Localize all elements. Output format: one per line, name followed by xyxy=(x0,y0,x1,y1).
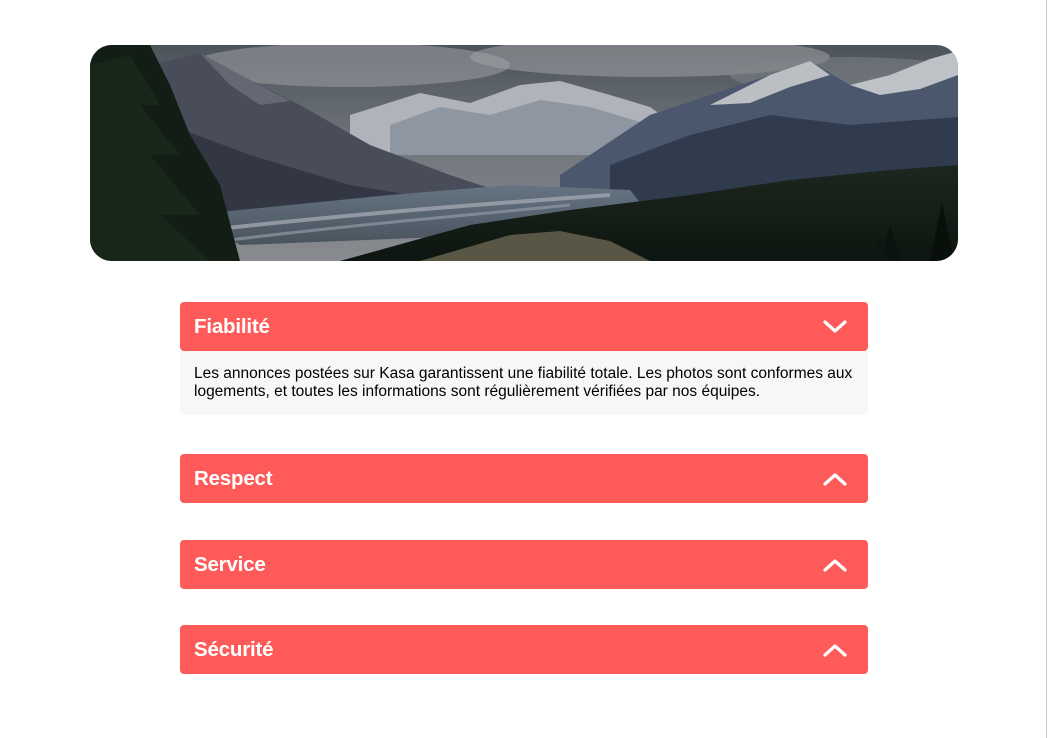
collapse-title: Service xyxy=(194,552,266,576)
banner-image xyxy=(90,45,958,261)
chevron-down-icon[interactable] xyxy=(822,318,848,336)
collapse-title: Sécurité xyxy=(194,637,274,661)
collapse-fiabilite: Fiabilité Les annonces postées sur Kasa … xyxy=(180,302,868,415)
collapse-header-securite[interactable]: Sécurité xyxy=(180,625,868,674)
chevron-up-icon[interactable] xyxy=(822,556,848,574)
collapse-title: Fiabilité xyxy=(194,314,270,338)
about-page: Fiabilité Les annonces postées sur Kasa … xyxy=(0,0,1049,738)
collapse-title: Respect xyxy=(194,466,273,490)
collapse-header-respect[interactable]: Respect xyxy=(180,454,868,503)
collapse-content: Les annonces postées sur Kasa garantisse… xyxy=(180,351,868,415)
window-edge xyxy=(1046,0,1047,738)
collapse-header-service[interactable]: Service xyxy=(180,540,868,589)
mountain-landscape-image xyxy=(90,45,958,261)
collapse-service: Service xyxy=(180,540,868,589)
chevron-up-icon[interactable] xyxy=(822,641,848,659)
collapse-securite: Sécurité xyxy=(180,625,868,674)
chevron-up-icon[interactable] xyxy=(822,470,848,488)
collapse-respect: Respect xyxy=(180,454,868,503)
collapse-header-fiabilite[interactable]: Fiabilité xyxy=(180,302,868,351)
